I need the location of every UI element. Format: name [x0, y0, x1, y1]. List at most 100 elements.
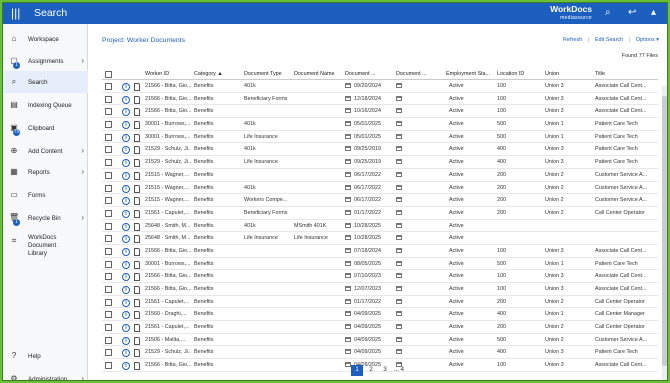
table-row[interactable]: i 25648 - Smith, M... Benefits 401k MSmith 4… [102, 220, 658, 233]
table-row[interactable]: i 30001 - Burrows,... Benefits 08/05/2025 Ac… [102, 258, 658, 271]
column-header[interactable]: Union [545, 71, 591, 77]
info-icon[interactable]: i [122, 108, 130, 117]
table-row[interactable]: i 21529 - Schulz, Ji... Benefits 401k 09/25/… [102, 143, 658, 157]
document-icon[interactable] [134, 133, 140, 142]
column-header[interactable]: Document ... [345, 71, 390, 77]
back-icon[interactable]: ↩ [628, 7, 636, 19]
page-button[interactable]: 3 [379, 365, 391, 376]
column-header[interactable]: Worker ID [145, 71, 191, 77]
document-icon[interactable] [134, 260, 140, 269]
info-icon[interactable]: i [122, 197, 130, 206]
info-icon[interactable]: i [122, 235, 130, 244]
nav-forms[interactable]: ▭ Forms [3, 184, 88, 206]
table-row[interactable]: i 30001 - Burrows,... Benefits Life Insuran… [102, 131, 658, 144]
options-dropdown[interactable]: Options ▾ [636, 37, 659, 43]
info-icon[interactable]: i [122, 362, 130, 371]
document-icon[interactable] [134, 336, 140, 345]
document-icon[interactable] [134, 349, 140, 358]
document-icon[interactable] [134, 286, 140, 294]
column-header[interactable]: Category ▲ [194, 71, 240, 77]
column-header[interactable]: Location ID [497, 71, 542, 77]
page-button[interactable]: 1 [351, 365, 363, 376]
info-icon[interactable]: i [122, 133, 130, 142]
row-checkbox[interactable] [105, 159, 112, 167]
document-icon[interactable] [134, 184, 140, 193]
document-icon[interactable] [134, 273, 140, 282]
document-icon[interactable] [134, 95, 140, 104]
table-row[interactable]: i 21506 - Malita,... Benefits 04/09/2025 Act… [102, 334, 658, 347]
search-icon[interactable]: ⌕ [605, 7, 611, 19]
info-icon[interactable]: i [122, 222, 130, 231]
document-icon[interactable] [134, 146, 140, 155]
select-all-checkbox[interactable] [105, 71, 112, 78]
row-checkbox[interactable] [105, 273, 112, 281]
row-checkbox[interactable] [105, 222, 112, 230]
table-row[interactable]: i 21515 - Wagner,... Benefits Workers Compe… [102, 194, 658, 207]
table-row[interactable]: i 21560 - Draghi,... Benefits 04/09/2025 Act… [102, 308, 658, 322]
column-header[interactable]: Document Type [244, 71, 292, 77]
vertical-scrollbar[interactable] [662, 86, 667, 380]
document-icon[interactable] [134, 159, 140, 168]
user-icon[interactable]: ▴ [651, 7, 656, 19]
document-icon[interactable] [134, 362, 140, 371]
table-row[interactable]: i 25648 - Smith, M... Benefits Life Insuran… [102, 232, 658, 245]
info-icon[interactable]: i [122, 171, 130, 180]
info-icon[interactable]: i [122, 95, 130, 104]
nav-clipboard[interactable]: ▣ 75 Clipboard [3, 117, 88, 139]
document-icon[interactable] [134, 311, 140, 320]
nav-recycle-bin[interactable]: 🗑 1 Recycle Bin › [3, 207, 88, 229]
row-checkbox[interactable] [105, 184, 112, 192]
document-icon[interactable] [134, 83, 140, 91]
row-checkbox[interactable] [105, 171, 112, 179]
info-icon[interactable]: i [122, 209, 130, 218]
nav-assignments[interactable]: ▢ 1 Assignments › [3, 50, 88, 72]
row-checkbox[interactable] [105, 260, 112, 268]
info-icon[interactable]: i [122, 273, 130, 282]
info-icon[interactable]: i [122, 311, 130, 320]
table-row[interactable]: i 21515 - Wagner,... Benefits 06/17/2022 Act… [102, 169, 658, 182]
breadcrumb[interactable]: Project: Worker Documents [102, 37, 185, 44]
column-header[interactable]: Document ... [396, 71, 442, 77]
column-header[interactable]: Document Name [294, 71, 342, 77]
info-icon[interactable]: i [122, 260, 130, 269]
table-row[interactable]: i 21566 - Bitta, Gio... Benefits 10/16/2024… [102, 105, 658, 119]
info-icon[interactable]: i [122, 324, 130, 333]
table-row[interactable]: i 21566 - Bitta, Gio... Benefits 07/18/2024… [102, 245, 658, 258]
document-icon[interactable] [134, 235, 140, 244]
table-row[interactable]: i 30001 - Burrows,... Benefits 401k 05/01/20… [102, 118, 658, 131]
row-checkbox[interactable] [105, 324, 112, 332]
row-checkbox[interactable] [105, 121, 112, 129]
document-icon[interactable] [134, 324, 140, 333]
document-icon[interactable] [134, 209, 140, 218]
page-button[interactable]: ... 4 [393, 365, 405, 376]
info-icon[interactable]: i [122, 184, 130, 193]
table-row[interactable]: i 21566 - Bitta, Gio... Benefits Beneficiar… [102, 93, 658, 106]
nav-workspace[interactable]: ⌂ Workspace [3, 28, 88, 50]
info-icon[interactable]: i [122, 349, 130, 358]
row-checkbox[interactable] [105, 311, 112, 319]
nav-document-library[interactable]: ⌗ WorkDocs Document Library [3, 230, 88, 260]
document-icon[interactable] [134, 247, 140, 256]
row-checkbox[interactable] [105, 83, 112, 90]
edit-search-link[interactable]: Edit Search [595, 37, 623, 43]
row-checkbox[interactable] [105, 298, 112, 306]
table-row[interactable]: i 21566 - Bitta, Gio... Benefits 12/07/2023… [102, 283, 658, 296]
table-row[interactable]: i 21566 - Bitta, Gio... Benefits 07/10/2023… [102, 270, 658, 283]
document-icon[interactable] [134, 121, 140, 130]
row-checkbox[interactable] [105, 349, 112, 357]
row-checkbox[interactable] [105, 286, 112, 293]
column-header[interactable]: Employment Sta... [446, 71, 492, 77]
info-icon[interactable]: i [122, 247, 130, 256]
row-checkbox[interactable] [105, 108, 112, 116]
info-icon[interactable]: i [122, 146, 130, 155]
info-icon[interactable]: i [122, 298, 130, 307]
table-row[interactable]: i 21561 - Capulet,... Benefits 04/09/2025 Ac… [102, 321, 658, 334]
table-row[interactable]: i 21529 - Schulz, Ji... Benefits Life Insur… [102, 156, 658, 169]
nav-indexing-queue[interactable]: ▤ Indexing Queue [3, 94, 88, 116]
document-icon[interactable] [134, 222, 140, 231]
row-checkbox[interactable] [105, 362, 112, 370]
document-icon[interactable] [134, 171, 140, 180]
refresh-link[interactable]: Refresh [563, 37, 582, 43]
row-checkbox[interactable] [105, 133, 112, 141]
info-icon[interactable]: i [122, 83, 130, 91]
